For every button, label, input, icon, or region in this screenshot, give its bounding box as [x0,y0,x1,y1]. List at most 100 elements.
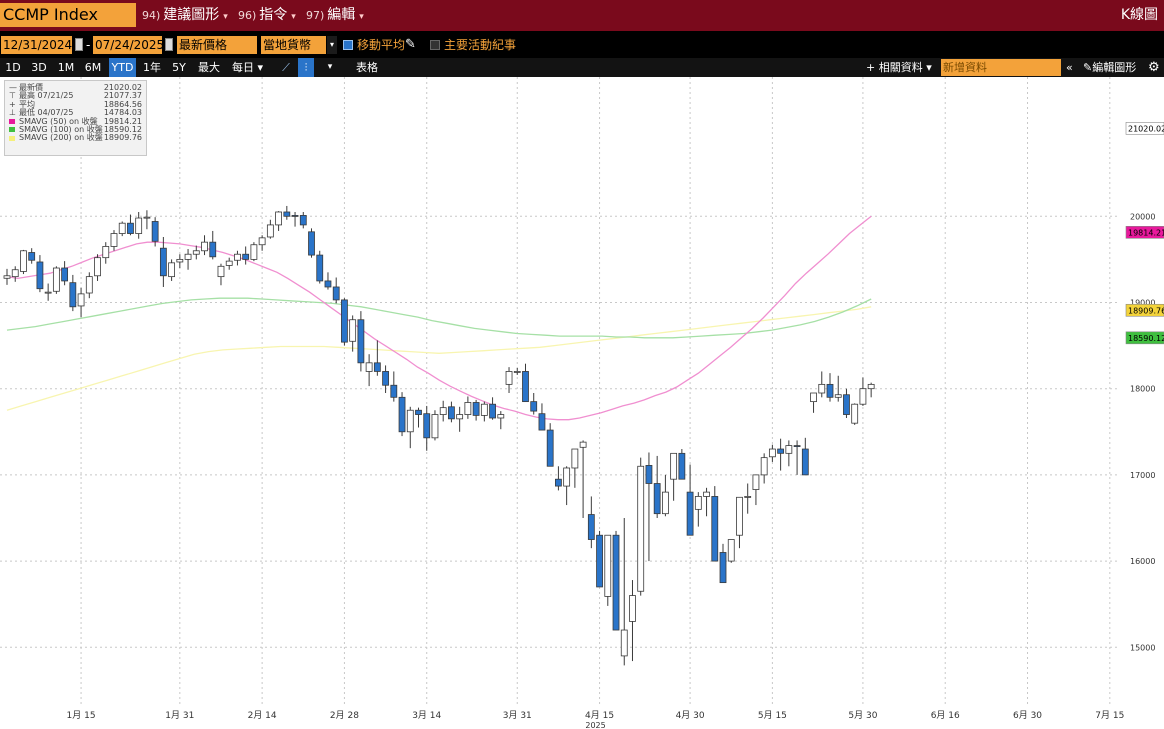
chevron-down-icon[interactable]: ▾ [324,58,336,77]
candle-body [52,267,60,292]
candle-body [793,445,801,447]
range-1d[interactable]: 1D [2,58,24,77]
range-6m[interactable]: 6M [81,58,105,77]
candle-body [398,396,406,433]
end-date-field[interactable]: 07/24/2025 [93,36,162,54]
candle-body [645,465,653,484]
candle-body [629,595,636,622]
period-select[interactable]: 每日 ▾ [232,58,263,77]
legend-swatch [9,119,15,125]
moving-average-label[interactable]: 移動平均 [357,36,405,54]
add-data-input[interactable]: 新增資料 [941,59,1061,76]
moving-average-checkbox[interactable] [343,40,353,50]
year-label: 2025 [585,721,605,729]
menu-number: 97) [306,9,325,22]
related-data-button[interactable]: + 相關資料 ▾ [866,58,932,77]
candle-body [217,265,225,278]
legend-symbol: ⊥ [9,108,16,118]
candle-body [851,403,859,424]
candle-body [480,403,488,416]
candle-body [579,441,587,448]
events-checkbox[interactable] [430,40,440,50]
candle-body [439,407,447,415]
candle-body [373,362,381,372]
range-ytd[interactable]: YTD [109,58,136,77]
candle-body [390,384,398,398]
menu-label: 指令 [259,7,288,23]
menu-edit[interactable]: 97) 編輯 ▾ [306,3,364,27]
candle-body [555,478,562,487]
candle-body [308,231,315,256]
collapse-icon[interactable]: « [1066,58,1073,77]
y-tick-label: 20000 [1130,212,1155,221]
candle-body [85,276,93,294]
candle-body [77,293,85,307]
candle-body [316,254,324,282]
candle-body [826,383,834,398]
candle-body [670,452,678,480]
candle-body [20,250,27,272]
range-3d[interactable]: 3D [28,58,50,77]
range-1m[interactable]: 1M [54,58,78,77]
range-5y[interactable]: 5Y [168,58,190,77]
candle-body [563,467,571,487]
candle-body [61,267,69,282]
settings-bar [0,31,1164,58]
x-tick-label: 4月 30 [676,710,705,721]
ticker-field[interactable]: CCMP Index [0,3,136,27]
candle-body [151,221,159,242]
x-tick-label: 2月 28 [330,710,359,721]
badge-sma50-value: 19814.21 [1128,228,1164,237]
candle-body [431,414,439,439]
x-tick-label: 5月 15 [758,710,787,721]
range-max[interactable]: 最大 [195,58,223,77]
candle-body [637,465,645,592]
candle-body [801,448,809,476]
candle-body [489,403,496,419]
events-label[interactable]: 主要活動紀事 [444,36,516,54]
candle-body [406,409,414,433]
line-chart-icon[interactable]: ⟋ [277,58,295,77]
menu-commands[interactable]: 96) 指令 ▾ [238,3,296,27]
gear-icon[interactable]: ⚙ [1148,58,1160,77]
candle-body [736,496,743,536]
candle-body [505,371,513,385]
chevron-down-icon: ▾ [291,12,296,22]
candle-body [382,371,389,386]
legend-row-sma200: SMAVG (200) on 收盤 18909.76 [5,133,146,142]
candle-body [415,409,422,415]
candle-body [341,299,348,343]
range-1y[interactable]: 1年 [140,58,164,77]
calendar-icon[interactable] [75,38,83,51]
edit-chart-button[interactable]: ✎編輯圖形 [1083,58,1136,77]
candle-body [785,445,793,454]
candle-body [448,406,455,420]
price-chart[interactable]: 1月 15 1月 31 2月 14 2月 28 3月 14 3月 31 4月 15 4月 30… [0,77,1164,729]
candle-body [275,211,282,226]
candle-chart-icon[interactable]: ⫶ [298,58,314,77]
badge-sma200-value: 18909.76 [1128,306,1164,315]
pencil-icon: ✎ [1083,61,1093,74]
candle-body [159,247,167,277]
currency-mode-select[interactable]: 當地貨幣 [261,36,326,54]
candle-body [456,414,464,420]
candle-body [719,552,727,584]
menu-suggested-charts[interactable]: 94) 建議圖形 ▾ [142,3,228,27]
menu-number: 96) [238,9,257,22]
x-tick-label: 2月 14 [248,710,277,721]
candle-body [365,362,373,372]
price-mode-select[interactable]: 最新價格 [177,36,257,54]
x-tick-label: 3月 14 [412,710,441,721]
candle-body [768,448,776,458]
calendar-icon[interactable] [165,38,173,51]
legend-swatch [9,127,15,133]
candle-body [472,402,480,416]
y-tick-label: 17000 [1130,471,1155,480]
pencil-icon[interactable]: ✎ [405,36,416,54]
candle-body [686,491,694,536]
chevron-down-icon[interactable]: ▾ [327,36,337,54]
table-button[interactable]: 表格 [356,58,378,77]
start-date-field[interactable]: 12/31/2024 [1,36,72,54]
candle-body [201,241,208,252]
candle-body [587,514,595,540]
